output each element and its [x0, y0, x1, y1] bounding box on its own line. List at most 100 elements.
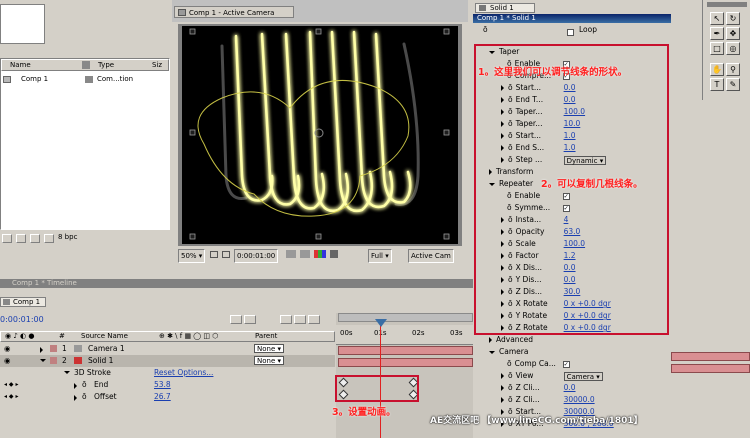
resolution-dropdown[interactable]: Full ▾ [368, 249, 392, 263]
timeline-property-row[interactable]: ◂ ◆ ▸ ō Offset 26.7 [0, 391, 335, 403]
label-color-swatch[interactable] [50, 345, 57, 352]
text-tool-icon[interactable]: T [710, 78, 724, 91]
tools-palette: ↖ ↻ ✒ ✥ □ ◎ ✋ ⚲ T ✎ [702, 0, 750, 100]
timeline-effect-row[interactable]: 3D Stroke Reset Options... [0, 367, 335, 379]
reset-options-link[interactable]: Reset Options... [154, 367, 213, 379]
comp-marker-icon[interactable] [230, 315, 242, 324]
effects-tab[interactable]: Solid 1 [475, 3, 535, 13]
channel-icon[interactable] [314, 250, 326, 258]
twirl-arrow-icon[interactable] [74, 395, 77, 401]
parent-header[interactable]: Parent [255, 332, 277, 341]
brush-tool-icon[interactable]: ✎ [726, 78, 740, 91]
parent-dropdown[interactable]: None ▾ [254, 356, 285, 365]
timeline-property-row[interactable]: ◂ ◆ ▸ ō End 53.8 [0, 379, 335, 391]
pan-behind-tool-icon[interactable]: ✥ [726, 27, 740, 40]
effects-tab-label: Solid 1 [490, 4, 514, 12]
project-item-type: Com...tion [97, 75, 134, 83]
property-name: Offset [94, 392, 117, 401]
time-ruler[interactable]: 00s 01s 02s 03s [336, 325, 473, 345]
stopwatch-icon[interactable]: ō [507, 359, 512, 368]
size-column-header[interactable]: Siz [152, 60, 162, 70]
bit-depth-button[interactable]: 8 bpc [58, 233, 77, 241]
current-time-display[interactable]: 0:00:01:00 [234, 249, 279, 263]
interpret-footage-icon[interactable] [2, 234, 12, 243]
stopwatch-icon[interactable]: ō [508, 395, 513, 404]
timeline-layer-row[interactable]: ◉ 1 Camera 1 None ▾ [0, 343, 335, 355]
parent-value: None [257, 345, 276, 353]
transparency-grid-icon[interactable] [330, 250, 338, 258]
layer-name[interactable]: Camera 1 [88, 343, 125, 355]
motion-blur-icon[interactable] [294, 315, 306, 324]
keyframe-navigator-icon[interactable]: ◂ ◆ ▸ [4, 379, 18, 391]
current-time-indicator[interactable] [380, 319, 381, 438]
frame-blend-icon[interactable] [280, 315, 292, 324]
twirl-arrow-icon[interactable] [40, 347, 43, 353]
stopwatch-icon[interactable]: ō [508, 383, 513, 392]
zoom-tool-icon[interactable]: ⚲ [726, 63, 740, 76]
collapse-arrow-icon[interactable] [489, 337, 492, 343]
stopwatch-icon[interactable]: ō [82, 391, 87, 403]
view-value: Active Cam [411, 252, 451, 260]
effect-checkbox[interactable]: ✓ [562, 360, 570, 368]
label-color-swatch[interactable] [50, 357, 57, 364]
expand-arrow-icon[interactable] [489, 350, 495, 354]
camera-tool-icon[interactable]: ◎ [726, 42, 740, 55]
selection-tool-icon[interactable]: ↖ [710, 12, 724, 25]
layer-switches-header: ⊕ ✱ \ f ▦ ◯ ◫ ⬡ [159, 332, 219, 340]
view-dropdown[interactable]: Active Cam [408, 249, 454, 263]
work-area-bar[interactable] [338, 313, 473, 322]
effect-param-label: Z Cli... [515, 395, 540, 404]
source-name-header[interactable]: Source Name [81, 332, 128, 341]
effect-dropdown[interactable]: Camera ▾ [563, 371, 603, 381]
twirl-arrow-icon[interactable] [501, 397, 504, 403]
twirl-arrow-icon[interactable] [40, 359, 46, 362]
effect-param-value[interactable]: 0.0 [564, 383, 576, 392]
loop-checkbox[interactable] [567, 28, 574, 36]
grid-icon[interactable] [222, 251, 230, 258]
timeline-layer-row[interactable]: ◉ 2 Solid 1 None ▾ [0, 355, 335, 367]
effect-row[interactable]: Camera [473, 346, 671, 358]
comp-tab[interactable]: Comp 1 - Active Camera [174, 6, 294, 18]
hand-tool-icon[interactable]: ✋ [710, 63, 724, 76]
stopwatch-icon[interactable]: ō [508, 371, 513, 380]
pen-tool-icon[interactable]: ✒ [710, 27, 724, 40]
eye-icon[interactable]: ◉ [4, 355, 11, 367]
timeline-time[interactable]: 0:00:01:00 [0, 315, 44, 324]
annotation-3: 3。设置动画。 [332, 407, 396, 418]
property-value[interactable]: 26.7 [154, 391, 171, 403]
camera-snapshot-icon[interactable] [286, 250, 296, 258]
layer-bar-solid[interactable] [338, 358, 473, 367]
safe-zones-icon[interactable] [210, 251, 218, 258]
type-column-header[interactable]: Type [98, 60, 114, 70]
effect-row: ō View Camera ▾ [473, 370, 671, 382]
timeline-tab[interactable]: Comp 1 [0, 297, 46, 307]
name-column-header[interactable]: Name [10, 60, 31, 70]
twirl-arrow-icon[interactable] [64, 371, 70, 374]
new-folder-icon[interactable] [16, 234, 26, 243]
parent-value: None [257, 357, 276, 365]
keyframe-navigator-icon[interactable]: ◂ ◆ ▸ [4, 391, 18, 403]
stopwatch-icon[interactable]: ō [82, 379, 87, 391]
twirl-arrow-icon[interactable] [501, 373, 504, 379]
mask-tool-icon[interactable]: □ [710, 42, 724, 55]
effect-row[interactable]: Advanced [473, 334, 671, 346]
effect-param-value[interactable]: 30000.0 [564, 395, 595, 404]
project-panel: Name Type Siz Comp 1 Com...tion 8 bpc [0, 0, 170, 245]
cti-head[interactable] [375, 319, 387, 327]
rotate-tool-icon[interactable]: ↻ [726, 12, 740, 25]
layer-bar-camera[interactable] [338, 346, 473, 355]
twirl-arrow-icon[interactable] [501, 385, 504, 391]
delete-icon[interactable] [44, 234, 54, 243]
new-comp-icon[interactable] [30, 234, 40, 243]
eye-icon[interactable]: ◉ [4, 343, 11, 355]
draft-3d-icon[interactable] [244, 315, 256, 324]
graph-editor-icon[interactable] [308, 315, 320, 324]
layer-name[interactable]: Solid 1 [88, 355, 113, 367]
zoom-dropdown[interactable]: 50% ▾ [178, 249, 206, 263]
parent-dropdown[interactable]: None ▾ [254, 344, 285, 353]
property-value[interactable]: 53.8 [154, 379, 171, 391]
twirl-arrow-icon[interactable] [74, 383, 77, 389]
effect-section-label: Camera [499, 347, 529, 356]
show-snapshot-icon[interactable] [300, 250, 310, 258]
project-item-comp1[interactable]: Comp 1 Com...tion [1, 74, 169, 85]
